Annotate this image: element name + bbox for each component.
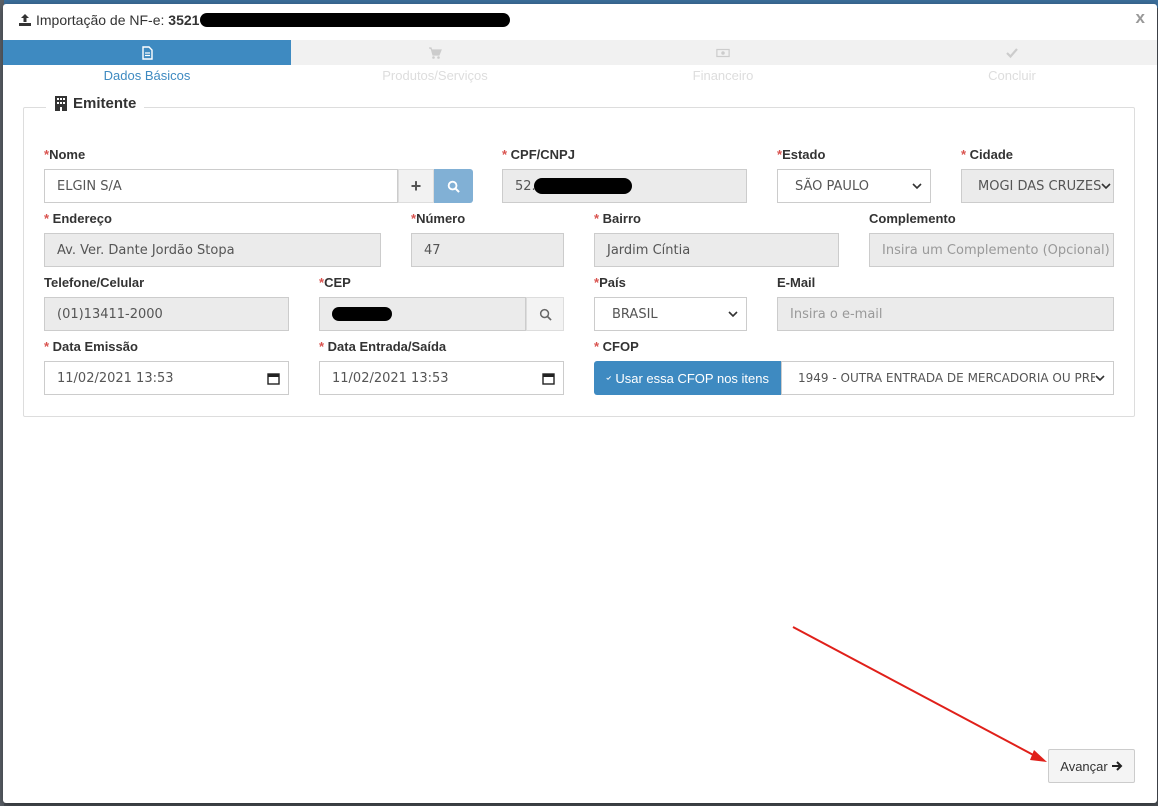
data-entrada-label: * Data Entrada/Saída bbox=[319, 339, 447, 354]
import-nfe-modal: Importação de NF-e: 3521 x Dados Básicos bbox=[3, 4, 1157, 803]
bairro-label: * Bairro bbox=[594, 211, 641, 226]
upload-icon bbox=[19, 14, 31, 26]
pais-label: *País bbox=[594, 275, 626, 290]
email-label: E-Mail bbox=[777, 275, 816, 290]
cidade-value: MOGI DAS CRUZES bbox=[978, 178, 1102, 194]
search-icon bbox=[539, 308, 552, 321]
cep-input[interactable] bbox=[319, 297, 526, 331]
use-cfop-label: Usar essa CFOP nos itens bbox=[615, 370, 769, 386]
money-icon bbox=[716, 48, 730, 57]
calendar-icon[interactable] bbox=[267, 372, 280, 385]
telefone-input[interactable]: (01)13411-2000 bbox=[44, 297, 289, 331]
cidade-select[interactable]: MOGI DAS CRUZES bbox=[961, 169, 1114, 203]
chevron-down-icon bbox=[1101, 183, 1111, 190]
chevron-down-icon bbox=[728, 311, 738, 318]
data-entrada-value: 11/02/2021 13:53 bbox=[332, 370, 449, 386]
modal-title-number: 3521 bbox=[168, 12, 200, 28]
cfop-label: * CFOP bbox=[594, 339, 639, 354]
estado-select[interactable]: SÃO PAULO bbox=[777, 169, 931, 203]
redacted-cnpj bbox=[533, 178, 632, 194]
add-emitente-button[interactable]: + bbox=[398, 169, 434, 203]
estado-label: *Estado bbox=[777, 147, 826, 162]
data-entrada-input[interactable]: 11/02/2021 13:53 bbox=[319, 361, 564, 395]
step-dados-basicos[interactable]: Dados Básicos bbox=[3, 40, 291, 88]
check-icon bbox=[1006, 47, 1018, 58]
endereco-label: * Endereço bbox=[44, 211, 112, 226]
cpf-cnpj-input[interactable]: 52. bbox=[502, 169, 747, 203]
step-concluir[interactable]: Concluir bbox=[867, 40, 1157, 88]
nome-label: *Nome bbox=[44, 147, 86, 162]
modal-header: Importação de NF-e: 3521 x bbox=[3, 4, 1157, 36]
cart-icon bbox=[429, 46, 442, 59]
step-financeiro[interactable]: Financeiro bbox=[579, 40, 867, 88]
use-cfop-button[interactable]: Usar essa CFOP nos itens bbox=[594, 361, 781, 395]
pais-select[interactable]: BRASIL bbox=[594, 297, 747, 331]
emitente-legend: Emitente bbox=[46, 95, 145, 112]
numero-label: *Número bbox=[411, 211, 466, 226]
close-button[interactable]: x bbox=[1136, 8, 1145, 28]
step-label: Produtos/Serviços bbox=[382, 68, 488, 83]
cfop-select[interactable]: 1949 - OUTRA ENTRADA DE MERCADORIA OU PR… bbox=[781, 361, 1114, 395]
document-icon bbox=[142, 45, 153, 60]
cpf-cnpj-label: * CPF/CNPJ bbox=[502, 147, 575, 162]
cep-label: *CEP bbox=[319, 275, 351, 290]
search-cep-button[interactable] bbox=[526, 297, 564, 331]
endereco-input[interactable]: Av. Ver. Dante Jordão Stopa bbox=[44, 233, 381, 267]
calendar-icon[interactable] bbox=[542, 372, 555, 385]
wizard-steps: Dados Básicos Produtos/Serviços Financei… bbox=[3, 40, 1157, 88]
pais-value: BRASIL bbox=[612, 306, 658, 322]
nome-input[interactable]: ELGIN S/A bbox=[44, 169, 398, 203]
cidade-label: * Cidade bbox=[961, 147, 1014, 162]
cfop-value: 1949 - OUTRA ENTRADA DE MERCADORIA OU PR… bbox=[798, 371, 1095, 385]
numero-input[interactable]: 47 bbox=[411, 233, 564, 267]
next-label: Avançar bbox=[1060, 758, 1108, 774]
cpf-cnpj-value: 52. bbox=[515, 178, 536, 194]
emitente-fieldset: Emitente *Nome ELGIN S/A + * CPF/CNPJ 52… bbox=[23, 95, 1135, 417]
chevron-down-icon bbox=[912, 183, 922, 190]
arrow-right-icon bbox=[1111, 761, 1123, 771]
check-icon bbox=[606, 376, 612, 380]
complemento-input[interactable]: Insira um Complemento (Opcional) bbox=[869, 233, 1114, 267]
search-icon bbox=[447, 180, 460, 193]
data-emissao-value: 11/02/2021 13:53 bbox=[57, 370, 174, 386]
chevron-down-icon bbox=[1095, 375, 1105, 382]
emitente-legend-label: Emitente bbox=[73, 95, 137, 112]
bairro-input[interactable]: Jardim Cíntia bbox=[594, 233, 839, 267]
step-label: Concluir bbox=[988, 68, 1036, 83]
building-icon bbox=[55, 96, 67, 111]
telefone-label: Telefone/Celular bbox=[44, 275, 145, 290]
estado-value: SÃO PAULO bbox=[795, 178, 869, 194]
next-button[interactable]: Avançar bbox=[1048, 749, 1135, 783]
redacted-number bbox=[200, 13, 511, 27]
data-emissao-input[interactable]: 11/02/2021 13:53 bbox=[44, 361, 289, 395]
step-label: Financeiro bbox=[692, 68, 754, 83]
data-emissao-label: * Data Emissão bbox=[44, 339, 138, 354]
email-input[interactable]: Insira o e-mail bbox=[777, 297, 1114, 331]
search-emitente-button[interactable] bbox=[434, 169, 473, 203]
step-produtos-servicos[interactable]: Produtos/Serviços bbox=[291, 40, 579, 88]
redacted-cep bbox=[332, 307, 392, 321]
modal-title: Importação de NF-e: bbox=[36, 12, 165, 28]
step-label: Dados Básicos bbox=[103, 68, 191, 83]
complemento-label: Complemento bbox=[869, 211, 956, 226]
